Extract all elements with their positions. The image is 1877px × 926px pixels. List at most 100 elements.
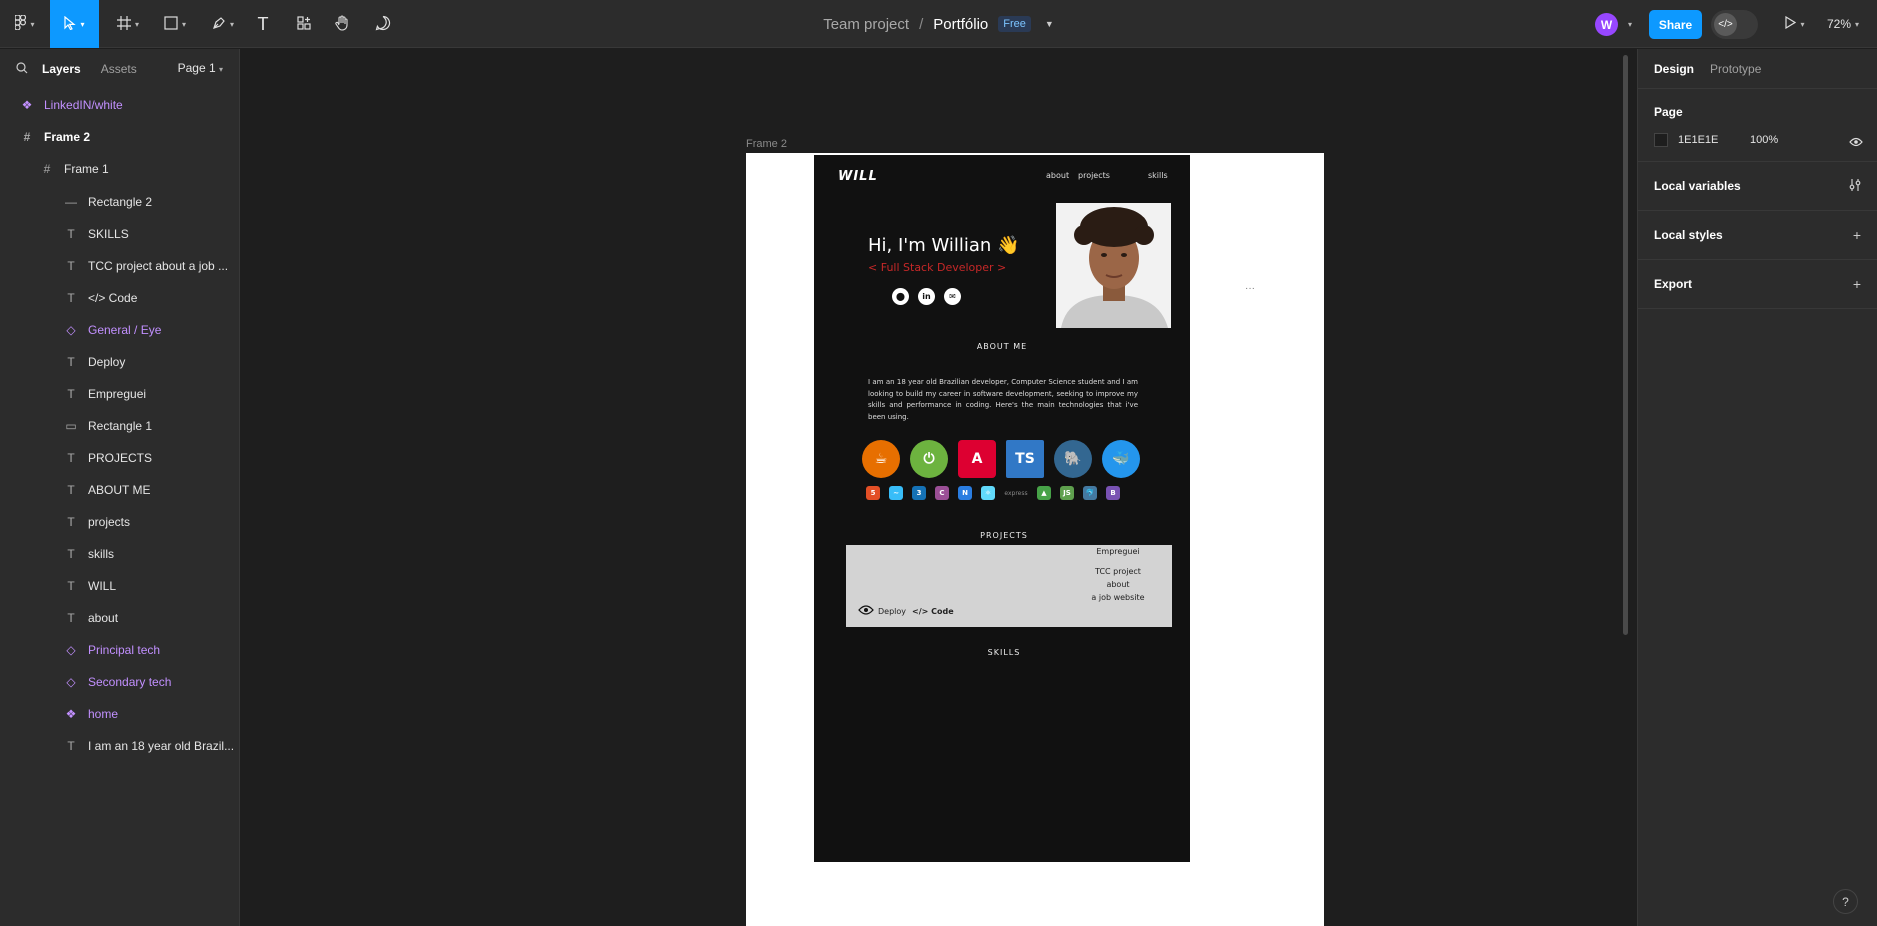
- about-text[interactable]: I am an 18 year old Brazilian developer,…: [868, 377, 1138, 423]
- move-tool-button[interactable]: ▾: [50, 0, 99, 48]
- layer-row[interactable]: ◇ Principal tech: [0, 634, 240, 666]
- layer-row[interactable]: ❖ home: [0, 698, 240, 730]
- page-color-hex[interactable]: 1E1E1E: [1678, 134, 1718, 146]
- canvas-scrollbar[interactable]: [1623, 55, 1628, 635]
- layer-row[interactable]: T PROJECTS: [0, 442, 240, 474]
- layer-row[interactable]: Tabout: [0, 602, 240, 634]
- layer-label: skills: [88, 547, 114, 561]
- text-tool-button[interactable]: T: [252, 0, 274, 48]
- shape-tool-button[interactable]: ▾: [158, 0, 192, 48]
- layer-label: Frame 2: [44, 130, 91, 144]
- chevron-down-icon: ▾: [181, 19, 186, 29]
- layer-row[interactable]: — Rectangle 2: [0, 186, 240, 218]
- layer-row[interactable]: ◇ Secondary tech: [0, 666, 240, 698]
- settings-sliders-icon[interactable]: [1849, 178, 1861, 195]
- hero-subtitle[interactable]: < Full Stack Developer >: [868, 261, 1006, 274]
- chevron-down-icon: ▾: [80, 19, 85, 29]
- layer-row[interactable]: Tskills: [0, 538, 240, 570]
- team-name[interactable]: Team project: [823, 16, 909, 33]
- layer-frame-icon: #: [43, 162, 51, 176]
- skills-title[interactable]: SKILLS: [816, 648, 1190, 657]
- tab-design[interactable]: Design: [1654, 62, 1694, 76]
- layer-row[interactable]: ▭ Rectangle 1: [0, 410, 240, 442]
- project-title[interactable]: Empreguei: [1078, 547, 1158, 556]
- project-card[interactable]: Empreguei TCC project about a job websit…: [846, 545, 1172, 627]
- file-name[interactable]: Portfólio: [933, 16, 988, 33]
- layer-label: PROJECTS: [88, 451, 153, 465]
- principal-tech[interactable]: ☕ ⏻ A TS 🐘 🐳: [862, 440, 1150, 478]
- tab-prototype[interactable]: Prototype: [1710, 62, 1761, 76]
- eye-icon[interactable]: [858, 605, 874, 617]
- layer-row[interactable]: ❖ LinkedIN/white: [0, 89, 240, 121]
- nav-skills[interactable]: skills: [1148, 171, 1168, 180]
- chevron-down-icon[interactable]: ▼: [1045, 19, 1054, 29]
- nav-projects[interactable]: projects: [1078, 171, 1110, 180]
- page-color-swatch[interactable]: [1654, 133, 1668, 147]
- dev-mode-toggle[interactable]: </>: [1711, 10, 1758, 39]
- layer-label: SKILLS: [88, 227, 129, 241]
- page-opacity[interactable]: 100%: [1750, 134, 1778, 146]
- hero-title[interactable]: Hi, I'm Willian 👋: [868, 235, 1019, 256]
- tab-layers[interactable]: Layers: [42, 62, 81, 76]
- layer-text-icon: T: [67, 483, 75, 497]
- layer-text-icon: T: [67, 451, 75, 465]
- export-section[interactable]: Export +: [1638, 260, 1877, 309]
- layer-row[interactable]: T </> Code: [0, 282, 240, 314]
- eye-icon[interactable]: [1849, 134, 1863, 152]
- page-selector[interactable]: Page 1 ▾: [178, 61, 223, 75]
- secondary-tech[interactable]: 5 ~3 C N ⚛ express ▲ JS 🐬 B: [866, 486, 1129, 500]
- pen-tool-button[interactable]: ▾: [206, 0, 240, 48]
- layer-label: Empreguei: [88, 387, 147, 401]
- layer-row[interactable]: T WILL: [0, 570, 240, 602]
- present-button[interactable]: ▾: [1780, 0, 1810, 48]
- code-link[interactable]: </> Code: [912, 607, 954, 616]
- layer-row[interactable]: ◇ General / Eye: [0, 314, 240, 346]
- comment-tool-button[interactable]: [372, 0, 394, 48]
- project-desc-line: about: [1106, 580, 1130, 589]
- layer-row[interactable]: T Deploy: [0, 346, 240, 378]
- search-icon[interactable]: [16, 61, 28, 77]
- layer-row[interactable]: T SKILLS: [0, 218, 240, 250]
- plus-icon[interactable]: +: [1853, 276, 1861, 292]
- share-button[interactable]: Share: [1649, 10, 1702, 39]
- about-title[interactable]: ABOUT ME: [814, 342, 1190, 351]
- layer-row[interactable]: Tprojects: [0, 506, 240, 538]
- layer-row[interactable]: T ABOUT ME: [0, 474, 240, 506]
- angular-icon: A: [958, 440, 996, 478]
- layer-row[interactable]: T Empreguei: [0, 378, 240, 410]
- express-icon: express: [1004, 489, 1028, 497]
- plus-icon[interactable]: +: [1853, 227, 1861, 243]
- html5-icon: 5: [866, 486, 880, 500]
- resources-button[interactable]: [293, 0, 315, 48]
- projects-title[interactable]: PROJECTS: [816, 531, 1190, 540]
- nav-about[interactable]: about: [1046, 171, 1069, 180]
- chevron-down-icon[interactable]: ▾: [1622, 0, 1634, 48]
- layer-row[interactable]: T TCC project about a job ...: [0, 250, 240, 282]
- avatar[interactable]: W: [1595, 13, 1618, 36]
- frame-tool-button[interactable]: ▾: [110, 0, 146, 48]
- project-description[interactable]: TCC project about a job website: [1078, 565, 1158, 604]
- hand-tool-button[interactable]: [331, 0, 353, 48]
- layer-row[interactable]: # Frame 2: [0, 121, 240, 153]
- local-variables-section[interactable]: Local variables: [1638, 162, 1877, 211]
- frame-1[interactable]: WILL about projects skills Hi, I'm Willi…: [814, 155, 1190, 862]
- layer-row[interactable]: T I am an 18 year old Brazil...: [0, 730, 240, 762]
- zoom-control[interactable]: 72% ▾: [1820, 0, 1866, 48]
- main-menu-button[interactable]: ▾: [8, 0, 42, 48]
- layer-label: Frame 1: [64, 162, 109, 176]
- linkedin-icon[interactable]: in: [918, 288, 935, 305]
- github-icon[interactable]: ⬤: [892, 288, 909, 305]
- portfolio-logo[interactable]: WILL: [838, 169, 878, 184]
- social-links[interactable]: ⬤ in ✉: [892, 288, 961, 305]
- help-button[interactable]: ?: [1833, 889, 1858, 914]
- deploy-link[interactable]: Deploy: [878, 607, 906, 616]
- profile-photo[interactable]: [1056, 203, 1171, 328]
- bootstrap-icon: B: [1106, 486, 1120, 500]
- layer-row[interactable]: # Frame 1: [0, 153, 240, 185]
- frame-label[interactable]: Frame 2: [746, 138, 787, 150]
- local-styles-section[interactable]: Local styles +: [1638, 211, 1877, 260]
- tab-assets[interactable]: Assets: [101, 62, 137, 76]
- left-panel-tabs: Layers Assets Page 1 ▾: [0, 49, 239, 89]
- project-actions: Deploy </> Code: [858, 605, 954, 617]
- mail-icon[interactable]: ✉: [944, 288, 961, 305]
